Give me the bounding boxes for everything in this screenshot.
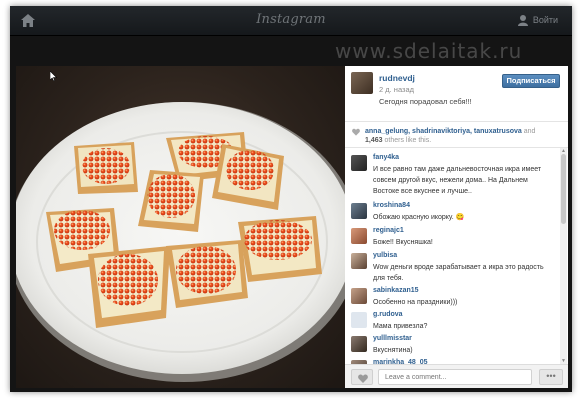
comment-text: И все равно там даже дальневосточная икр… [373,166,542,195]
comment-username[interactable]: yulllmisstar [373,335,412,342]
comment-text: Особенно на праздники))) [373,299,458,306]
watermark: www.sdelaitak.ru [335,39,523,63]
sandwich [166,240,248,308]
avatar[interactable] [351,228,367,244]
comment-username[interactable]: reginajc1 [373,227,404,234]
likes-section: anna_gelung, shadrinaviktoriya, tanuxatr… [345,122,568,148]
scroll-thumb[interactable] [561,154,566,224]
heart-icon [358,374,368,383]
post-username[interactable]: rudnevdj [379,73,415,83]
avatar[interactable] [351,288,367,304]
comment-footer: ••• [345,364,568,388]
sandwich [238,216,322,282]
avatar[interactable] [351,203,367,219]
follow-button[interactable]: Подписаться [502,74,560,88]
comments-scrollbar[interactable]: ▲ ▼ [560,148,567,364]
likers-names[interactable]: anna_gelung, shadrinaviktoriya, tanuxatr… [365,128,522,135]
post-side-panel: rudnevdj 2 д. назад Сегодня порадовал се… [345,66,568,388]
avatar[interactable] [351,312,367,328]
comment-text: Боже!! Вкусняшка! [373,239,433,246]
comment-username[interactable]: g.rudova [373,311,403,318]
comment-text: Обожаю красную икорку. 😋 [373,214,465,221]
mouse-cursor-icon [50,71,57,81]
post-header: rudnevdj 2 д. назад Сегодня порадовал се… [345,66,568,122]
login-link[interactable]: Войти [533,15,558,25]
comment-username[interactable]: kroshina84 [373,202,410,209]
post-photo[interactable] [16,66,345,388]
avatar[interactable] [351,336,367,352]
comment-username[interactable]: sabinkazan15 [373,287,419,294]
more-options-button[interactable]: ••• [539,369,563,385]
top-bar: Instagram Войти [10,6,572,36]
post-caption: Сегодня порадовал себя!!! [379,97,472,106]
like-button[interactable] [351,369,373,385]
comment-text: Wow деньги вроде зарабатывает а икра это… [373,264,544,282]
user-icon [518,15,528,26]
post-timestamp: 2 д. назад [379,85,415,94]
heart-icon [352,128,360,136]
instagram-window: Instagram Войти www.sdelaitak.ru rudnevd… [10,6,572,392]
comments-list[interactable]: fany4ka И все равно там даже дальневосто… [345,148,559,364]
comment-username[interactable]: yulbisa [373,252,397,259]
likes-count[interactable]: 1,463 [365,137,383,144]
likes-suffix: others like this. [384,137,432,144]
comment-text: Мама привезла? [373,323,428,330]
likes-and: and [523,128,536,135]
sandwich [88,246,170,328]
avatar[interactable] [351,253,367,269]
instagram-logo[interactable]: Instagram [10,12,572,27]
comment-input[interactable] [378,369,532,385]
plate-illustration [16,102,345,382]
comment-username[interactable]: fany4ka [373,154,399,161]
comment-text: Вкуснятина) [373,347,413,354]
sandwich [74,142,138,194]
avatar[interactable] [351,155,367,171]
avatar[interactable] [351,72,373,94]
